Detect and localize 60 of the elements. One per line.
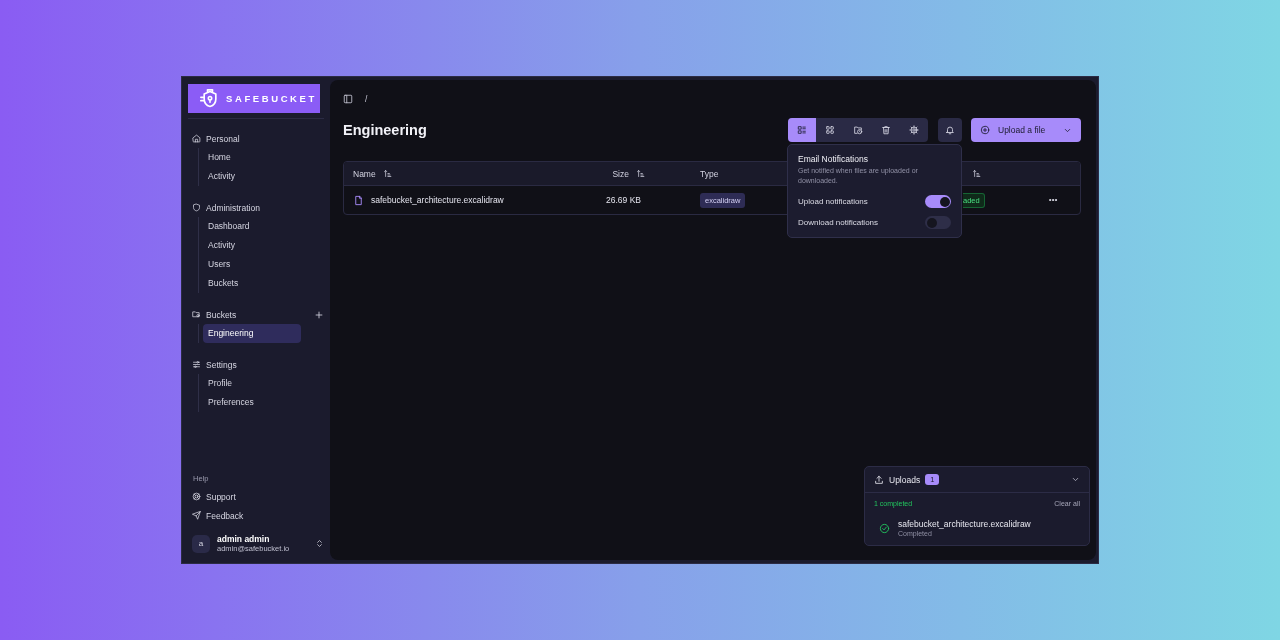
popover-title: Email Notifications [798,154,869,164]
app-logo[interactable]: SAFEBUCKET [188,84,320,113]
group-heading: Buckets [206,309,238,320]
panel-title: Uploads [889,474,921,485]
shield-icon [192,203,201,212]
file-name[interactable]: safebucket_architecture.excalidraw [371,195,504,205]
send-icon [192,511,201,520]
notifications-button[interactable] [938,118,962,142]
folder-icon [192,310,201,319]
sidebar-toggle-icon[interactable] [343,94,353,104]
nav-item[interactable]: Dashboard [203,217,301,236]
list-view-icon [797,125,807,135]
nav-item[interactable]: Buckets [203,274,301,293]
breadcrumb[interactable]: / [365,94,368,104]
chevron-up-down-icon[interactable] [315,539,324,548]
user-name: admin admin [217,534,271,544]
sliders-icon [192,360,201,369]
column-header[interactable]: Size [612,168,629,179]
nav-item[interactable]: Preferences [203,393,301,412]
toggle-label: Upload notifications [798,197,868,206]
user-avatar: a [192,534,210,553]
nav-link[interactable]: Feedback [206,510,244,521]
toggle-label: Download notifications [798,218,879,227]
folder-clock-icon [853,125,863,135]
add-circle-icon [980,125,990,135]
nav-item[interactable]: Activity [203,236,301,255]
trash-icon [881,125,891,135]
shield-lock-icon [200,88,220,109]
upload-icon [874,474,884,485]
bell-icon [945,125,955,135]
nav-link[interactable]: Support [206,491,236,502]
check-circle-icon [879,522,890,534]
file-icon [353,194,364,206]
column-header[interactable]: Name [353,168,376,179]
page-title: Engineering [343,122,428,138]
toolbar-button[interactable] [788,118,816,142]
toggle-switch[interactable] [925,216,951,229]
sort-icon[interactable] [972,169,981,178]
plus-icon[interactable] [314,309,324,320]
sort-icon[interactable] [382,169,392,178]
group-heading: Settings [206,359,238,370]
nav-item[interactable]: Activity [203,167,301,186]
toggle-switch[interactable] [925,195,951,208]
file-size: 26.69 KB [606,195,641,205]
nav-item[interactable]: Engineering [203,324,301,343]
settings-icon [909,125,919,135]
group-heading: Personal [206,133,241,144]
house-icon [192,134,201,143]
column-header[interactable]: Type [700,168,719,179]
nav-item[interactable]: Users [203,255,301,274]
nav-item[interactable]: Profile [203,374,301,393]
group-heading: Administration [206,202,261,213]
nav-item[interactable]: Home [203,148,301,167]
brand-name: SAFEBUCKET [226,93,317,104]
file-name: safebucket_architecture.excalidraw [898,519,1031,529]
chevron-down-icon[interactable] [1071,475,1080,484]
sort-icon[interactable] [636,169,645,178]
lifebuoy-icon [192,492,201,501]
grid-view-icon [825,125,835,135]
upload-button[interactable]: Upload a file [971,118,1081,142]
